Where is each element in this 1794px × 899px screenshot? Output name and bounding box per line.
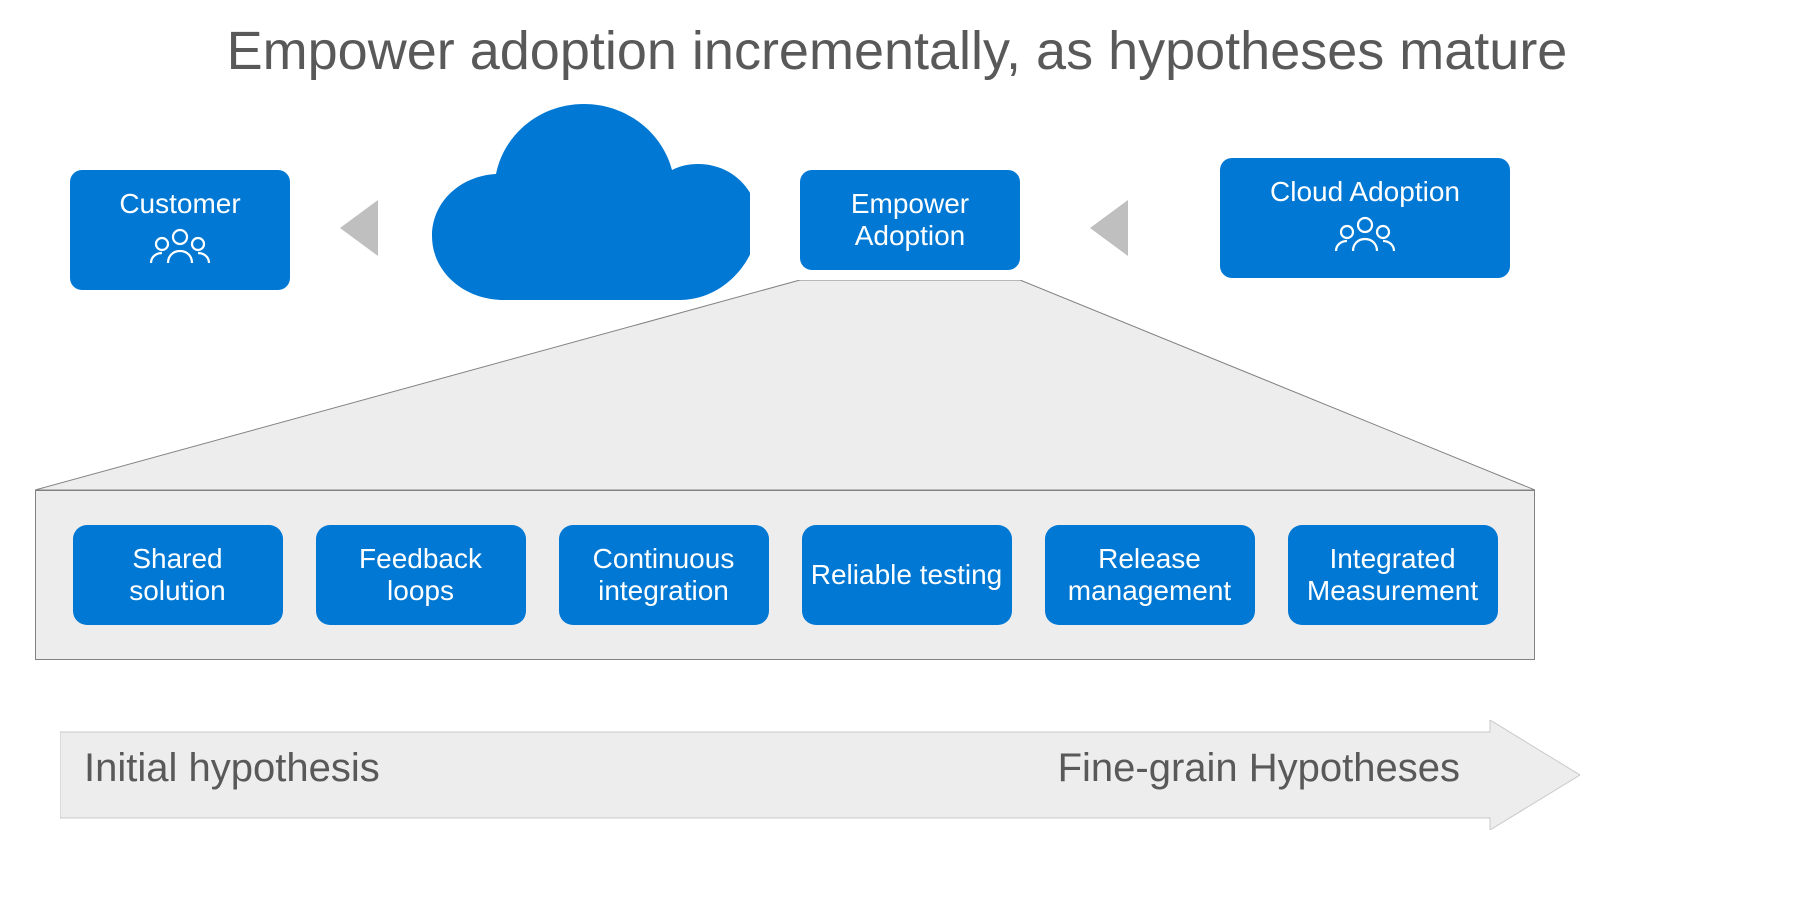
- spectrum-left-label: Initial hypothesis: [84, 746, 380, 791]
- customer-label: Customer: [119, 188, 240, 220]
- spectrum-right-label: Fine-grain Hypotheses: [1058, 746, 1460, 791]
- detail-release-management: Release management: [1045, 525, 1255, 625]
- empower-label: Empower Adoption: [851, 188, 969, 252]
- detail-feedback-loops: Feedback loops: [316, 525, 526, 625]
- cloud-icon: [420, 100, 750, 320]
- detail-integrated-measurement: Integrated Measurement: [1288, 525, 1498, 625]
- pill-label: Release management: [1053, 543, 1247, 607]
- pill-label: Integrated Measurement: [1296, 543, 1490, 607]
- people-icon: [145, 227, 215, 272]
- pill-label: Continuous integration: [567, 543, 761, 607]
- people-icon: [1330, 215, 1400, 260]
- arrow-left-icon: [1090, 200, 1128, 256]
- detail-continuous-integration: Continuous integration: [559, 525, 769, 625]
- cloud-adoption-label: Cloud Adoption: [1270, 176, 1460, 208]
- page-title: Empower adoption incrementally, as hypot…: [0, 20, 1794, 82]
- pill-label: Shared solution: [81, 543, 275, 607]
- pill-label: Reliable testing: [811, 559, 1002, 591]
- pill-label: Feedback loops: [324, 543, 518, 607]
- cloud-adoption-node: Cloud Adoption: [1220, 158, 1510, 278]
- arrow-left-icon: [340, 200, 378, 256]
- detail-panel: Shared solution Feedback loops Continuou…: [35, 490, 1535, 660]
- detail-reliable-testing: Reliable testing: [802, 525, 1012, 625]
- customer-node: Customer: [70, 170, 290, 290]
- detail-shared-solution: Shared solution: [73, 525, 283, 625]
- empower-adoption-node: Empower Adoption: [800, 170, 1020, 270]
- top-flow-row: Customer Empower Adoption Cloud Adopti: [0, 170, 1794, 330]
- spectrum-arrow: Initial hypothesis Fine-grain Hypotheses: [60, 720, 1580, 830]
